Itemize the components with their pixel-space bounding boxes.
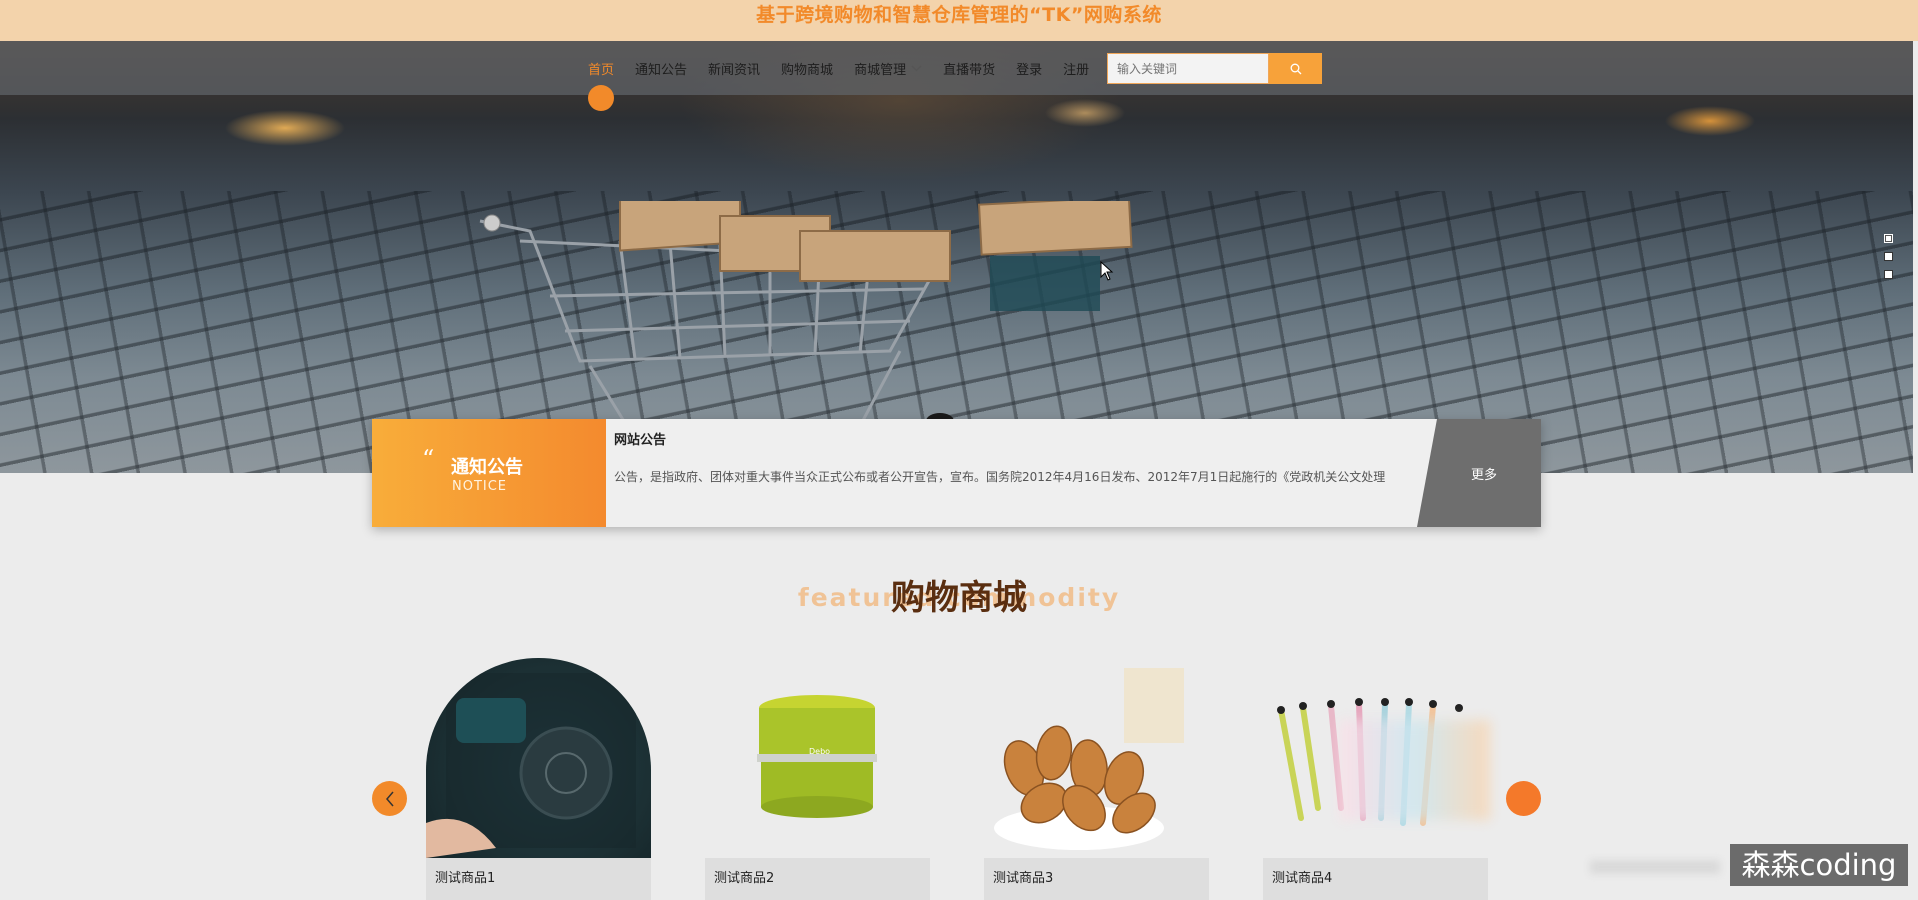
watermark: 森森coding	[1730, 844, 1908, 886]
notice-label-block: “ 通知公告 NOTICE	[372, 419, 606, 527]
active-indicator	[588, 84, 614, 111]
nav-item-label: 购物商城	[781, 62, 834, 78]
carousel-dot[interactable]	[1884, 234, 1893, 243]
nav-item-notice[interactable]: 通知公告	[635, 59, 687, 78]
arrow-left-icon	[385, 791, 394, 806]
hero-banner[interactable]	[0, 41, 1913, 473]
blurred-overlay	[1590, 860, 1720, 874]
carousel-next-button[interactable]	[1506, 781, 1541, 816]
top-banner: 基于跨境购物和智慧仓库管理的“TK”网购系统	[0, 0, 1918, 41]
notice-title: 通知公告	[451, 457, 523, 478]
carousel-prev-button[interactable]	[372, 781, 407, 816]
product-name[interactable]: 测试商品2	[705, 858, 930, 900]
product-card[interactable]: Debo 测试商品2	[705, 658, 930, 900]
nav-item-label: 新闻资讯	[708, 62, 761, 78]
chevron-down-icon	[911, 65, 922, 71]
nav-item-label: 直播带货	[943, 62, 996, 78]
nav-item-home[interactable]: 首页	[588, 59, 615, 111]
nav-menu: 首页 通知公告 新闻资讯 购物商城 商城管理 直播带货 登录 注册	[588, 41, 1110, 111]
notice-headline[interactable]: 网站公告	[614, 429, 666, 448]
nav-item-news[interactable]: 新闻资讯	[708, 59, 760, 78]
carousel-dot[interactable]	[1884, 270, 1893, 279]
carousel-dot[interactable]	[1884, 252, 1893, 261]
notice-subtitle: NOTICE	[452, 479, 508, 494]
mouse-cursor-icon	[1100, 261, 1114, 281]
search-button[interactable]	[1269, 53, 1322, 84]
more-label: 更多	[1470, 467, 1497, 483]
svg-text:Debo: Debo	[809, 747, 830, 756]
product-card[interactable]: 测试商品1	[426, 658, 651, 900]
nav-item-label: 注册	[1063, 62, 1090, 78]
search-icon	[1290, 63, 1301, 74]
nav-item-label: 商城管理	[854, 62, 907, 78]
nav-item-label: 登录	[1016, 62, 1043, 78]
carousel-pager	[1884, 234, 1893, 288]
search-bar	[1107, 53, 1322, 84]
section-title: 购物商城	[891, 578, 1027, 618]
search-input[interactable]	[1107, 53, 1269, 84]
blurred-overlay	[1340, 720, 1490, 820]
nav-item-register[interactable]: 注册	[1063, 59, 1089, 78]
nav-item-mall[interactable]: 购物商城	[781, 59, 833, 78]
site-title: 基于跨境购物和智慧仓库管理的“TK”网购系统	[756, 4, 1162, 26]
product-name[interactable]: 测试商品3	[984, 858, 1209, 900]
nav-item-label: 首页	[588, 62, 615, 78]
more-button[interactable]: 更多	[1417, 419, 1541, 527]
product-image[interactable]: Debo	[705, 658, 930, 858]
main-navbar: 首页 通知公告 新闻资讯 购物商城 商城管理 直播带货 登录 注册	[0, 41, 1913, 111]
product-card[interactable]: 测试商品3	[984, 658, 1209, 900]
nav-item-login[interactable]: 登录	[1016, 59, 1042, 78]
product-name[interactable]: 测试商品1	[426, 858, 651, 900]
product-name[interactable]: 测试商品4	[1263, 858, 1488, 900]
nav-item-livestream[interactable]: 直播带货	[943, 59, 995, 78]
notice-panel: “ 通知公告 NOTICE 网站公告 公告，是指政府、团体对重大事件当众正式公布…	[372, 419, 1541, 527]
nav-item-label: 通知公告	[635, 62, 688, 78]
product-image[interactable]	[426, 658, 651, 858]
notice-text[interactable]: 公告，是指政府、团体对重大事件当众正式公布或者公开宣告，宣布。国务院2012年4…	[614, 468, 1434, 485]
quote-icon: “	[422, 445, 435, 473]
nav-item-mall-management[interactable]: 商城管理	[854, 59, 922, 78]
product-image[interactable]	[984, 658, 1209, 858]
